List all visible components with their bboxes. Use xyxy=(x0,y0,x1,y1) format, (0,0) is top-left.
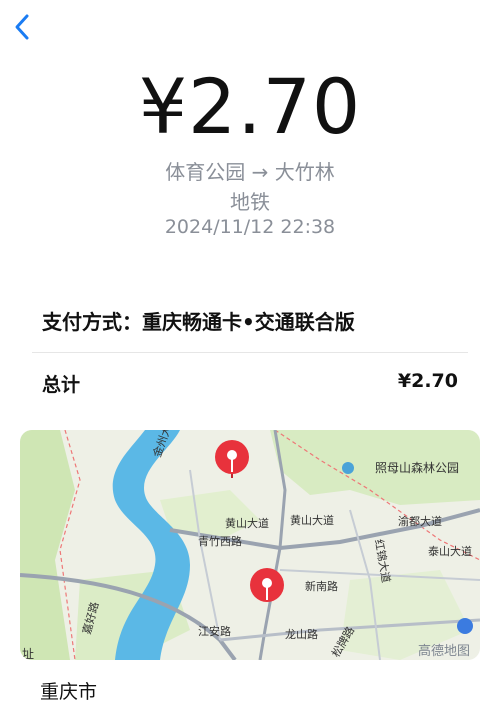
payment-method: 支付方式：重庆畅通卡•交通联合版 xyxy=(42,310,355,334)
back-button[interactable] xyxy=(8,10,36,44)
map-label-huangshan: 黄山大道 xyxy=(290,513,334,527)
chevron-left-icon xyxy=(15,14,29,40)
park-icon xyxy=(342,462,354,474)
map-label-jiangan: 江安路 xyxy=(198,624,231,638)
trip-route: 体育公园 → 大竹林 xyxy=(165,160,335,184)
map-label-xinnan: 新南路 xyxy=(305,579,338,593)
map-label-taishan: 泰山大道 xyxy=(428,544,472,558)
trip-datetime: 2024/11/12 22:38 xyxy=(164,216,336,238)
amap-watermark: 高德地图 xyxy=(418,643,470,659)
map-label-huangshan: 黄山大道 xyxy=(225,516,269,530)
destination-pin-icon xyxy=(250,568,284,602)
location-marker-icon xyxy=(457,618,473,634)
map-logo-text: 址 xyxy=(22,647,34,660)
divider xyxy=(32,352,468,353)
map-label-qingzhu: 青竹西路 xyxy=(198,534,242,548)
transit-mode: 地铁 xyxy=(230,190,270,214)
fare-amount: ¥2.70 xyxy=(138,62,362,151)
total-value: ¥2.70 xyxy=(397,370,458,392)
map-label-longshan: 龙山路 xyxy=(285,628,318,641)
total-row: 总计 ¥2.70 xyxy=(42,370,458,397)
map-label-yubei: 渝都大道 xyxy=(398,514,442,528)
trip-map[interactable]: 金州大道 照母山森林公园 黄山大道 黄山大道 渝都大道 青竹西路 泰山大道 新南… xyxy=(20,430,480,660)
map-label-zhaomushan: 照母山森林公园 xyxy=(375,460,459,475)
total-label: 总计 xyxy=(42,374,81,396)
